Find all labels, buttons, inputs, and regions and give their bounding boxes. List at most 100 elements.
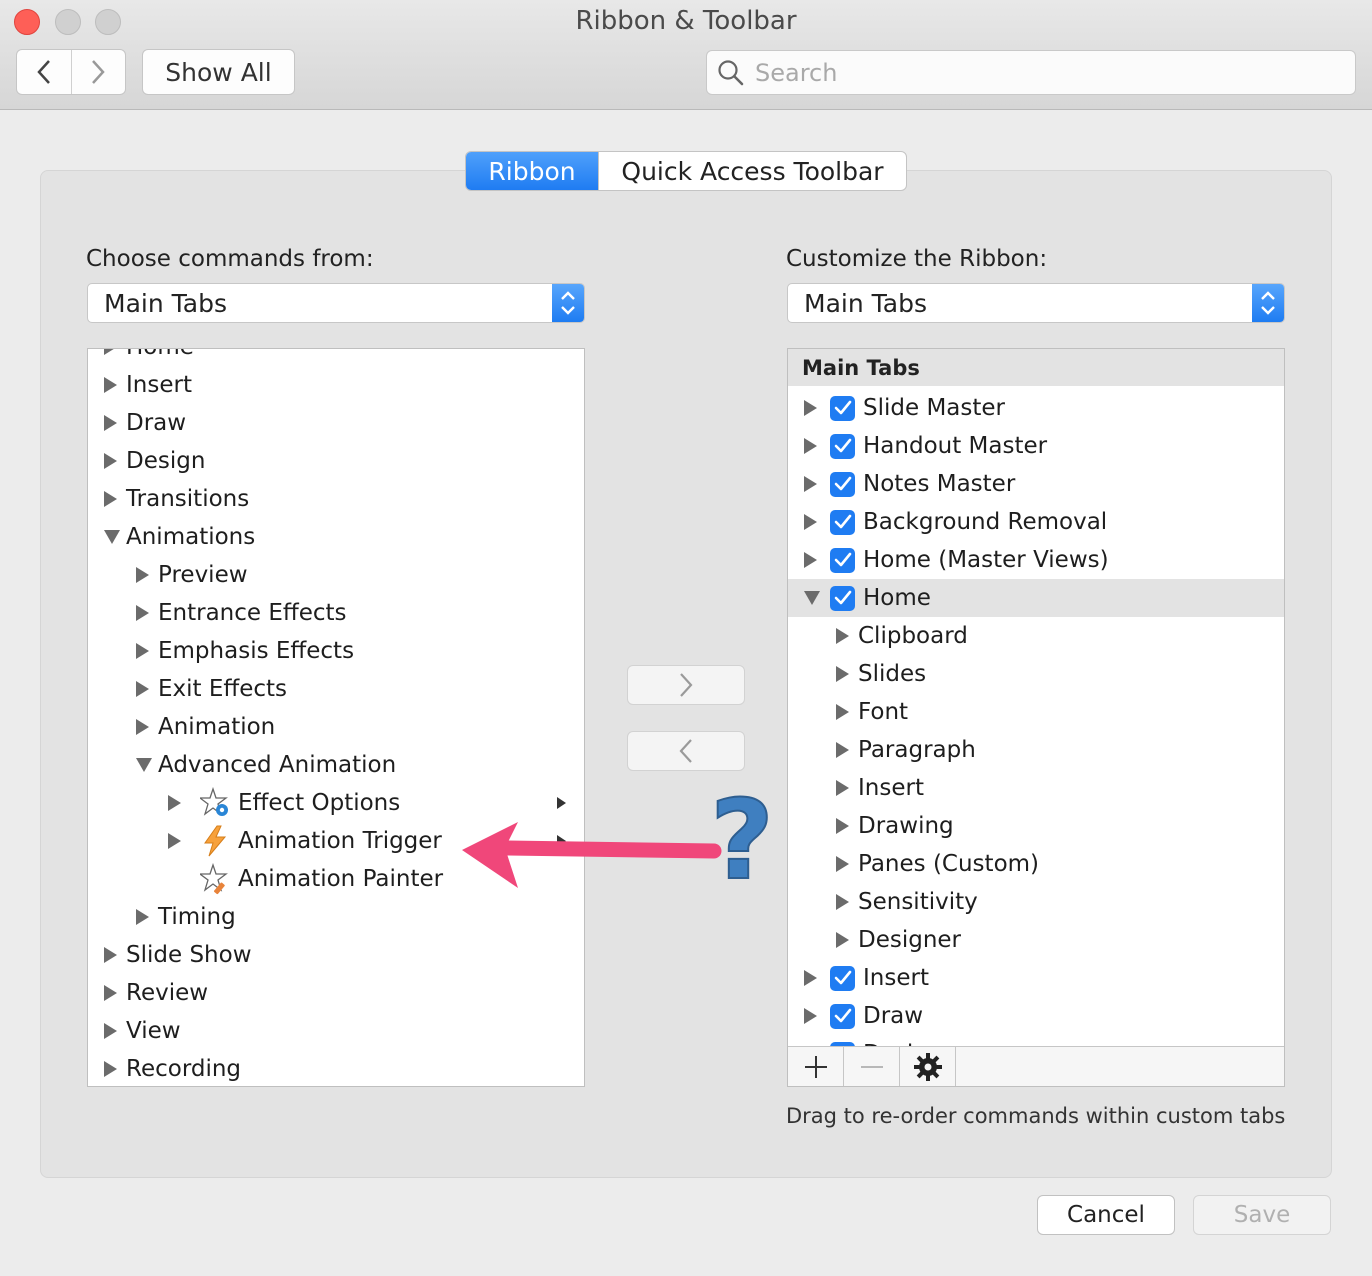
tree-row-emphasis-effects[interactable]: Emphasis Effects [88,632,584,670]
tree-row-animation[interactable]: Animation [88,708,584,746]
disclosure-collapsed-icon[interactable] [104,349,126,355]
disclosure-collapsed-icon[interactable] [836,666,858,682]
show-all-button[interactable]: Show All [142,49,295,95]
ribbon-row-slide-master[interactable]: Slide Master [788,389,1284,427]
tree-row-preview[interactable]: Preview [88,556,584,594]
disclosure-collapsed-icon[interactable] [836,704,858,720]
tree-row-draw[interactable]: Draw [88,404,584,442]
tree-row-timing[interactable]: Timing [88,898,584,936]
ribbon-row-notes-master[interactable]: Notes Master [788,465,1284,503]
ribbon-row-home-master-views-[interactable]: Home (Master Views) [788,541,1284,579]
ribbon-row-drawing[interactable]: Drawing [788,807,1284,845]
tree-row-design[interactable]: Design [88,442,584,480]
disclosure-collapsed-icon[interactable] [136,909,158,925]
disclosure-collapsed-icon[interactable] [104,491,126,507]
tab-enabled-checkbox[interactable] [830,433,855,459]
ribbon-row-sensitivity[interactable]: Sensitivity [788,883,1284,921]
ribbon-row-font[interactable]: Font [788,693,1284,731]
disclosure-collapsed-icon[interactable] [136,605,158,621]
disclosure-collapsed-icon[interactable] [104,1061,126,1077]
back-button[interactable] [17,50,71,94]
tree-row-view[interactable]: View [88,1012,584,1050]
ribbon-row-handout-master[interactable]: Handout Master [788,427,1284,465]
disclosure-collapsed-icon[interactable] [804,1008,830,1024]
tab-enabled-checkbox[interactable] [830,1003,855,1029]
tab-quick-access-toolbar[interactable]: Quick Access Toolbar [598,152,906,190]
disclosure-collapsed-icon[interactable] [104,947,126,963]
cancel-button[interactable]: Cancel [1037,1195,1175,1235]
disclosure-expanded-icon[interactable] [136,758,158,772]
remove-tab-button[interactable] [844,1047,900,1086]
tab-enabled-checkbox[interactable] [830,585,855,611]
customize-ribbon-popup[interactable]: Main Tabs [787,283,1285,323]
ribbon-row-designer[interactable]: Designer [788,921,1284,959]
tree-row-exit-effects[interactable]: Exit Effects [88,670,584,708]
save-button[interactable]: Save [1193,1195,1331,1235]
disclosure-collapsed-icon[interactable] [104,985,126,1001]
disclosure-collapsed-icon[interactable] [836,818,858,834]
tree-row-animation-painter[interactable]: Animation Painter [88,860,584,898]
ribbon-row-background-removal[interactable]: Background Removal [788,503,1284,541]
tree-row-advanced-animation[interactable]: Advanced Animation [88,746,584,784]
tab-ribbon[interactable]: Ribbon [466,152,598,190]
tab-enabled-checkbox[interactable] [830,547,855,573]
disclosure-collapsed-icon[interactable] [804,970,830,986]
tree-row-recording[interactable]: Recording [88,1050,584,1086]
tree-row-home[interactable]: Home [88,349,584,366]
add-tab-button[interactable] [788,1047,844,1086]
available-commands-list[interactable]: Home Insert Draw Design Transitions Animation… [87,348,585,1087]
disclosure-collapsed-icon[interactable] [104,453,126,469]
ribbon-row-panes-custom-[interactable]: Panes (Custom) [788,845,1284,883]
forward-button[interactable] [70,50,126,94]
ribbon-row-slides[interactable]: Slides [788,655,1284,693]
disclosure-collapsed-icon[interactable] [836,856,858,872]
disclosure-collapsed-icon[interactable] [804,476,830,492]
disclosure-collapsed-icon[interactable] [136,719,158,735]
tree-row-slide-show[interactable]: Slide Show [88,936,584,974]
disclosure-collapsed-icon[interactable] [804,438,830,454]
tab-options-button[interactable] [900,1047,956,1086]
disclosure-collapsed-icon[interactable] [836,742,858,758]
disclosure-collapsed-icon[interactable] [836,628,858,644]
disclosure-collapsed-icon[interactable] [836,932,858,948]
ribbon-row-paragraph[interactable]: Paragraph [788,731,1284,769]
search-input[interactable] [753,57,1333,88]
disclosure-collapsed-icon[interactable] [136,681,158,697]
tab-enabled-checkbox[interactable] [830,965,855,991]
disclosure-collapsed-icon[interactable] [804,400,830,416]
tab-enabled-checkbox[interactable] [830,509,855,535]
ribbon-row-insert[interactable]: Insert [788,959,1284,997]
tree-row-animation-trigger[interactable]: Animation Trigger [88,822,584,860]
disclosure-collapsed-icon[interactable] [104,1023,126,1039]
tab-enabled-checkbox[interactable] [830,471,855,497]
tree-row-animations[interactable]: Animations [88,518,584,556]
tree-row-entrance-effects[interactable]: Entrance Effects [88,594,584,632]
disclosure-expanded-icon[interactable] [104,530,126,544]
disclosure-collapsed-icon[interactable] [168,795,190,811]
tree-row-review[interactable]: Review [88,974,584,1012]
ribbon-row-home[interactable]: Home [788,579,1284,617]
disclosure-collapsed-icon[interactable] [836,780,858,796]
customize-ribbon-value: Main Tabs [804,288,927,318]
add-command-button[interactable] [627,665,745,705]
disclosure-collapsed-icon[interactable] [136,643,158,659]
tree-row-insert[interactable]: Insert [88,366,584,404]
ribbon-tabs-list[interactable]: Main Tabs Slide Master Handout Master Note… [787,348,1285,1087]
disclosure-expanded-icon[interactable] [804,591,830,605]
disclosure-collapsed-icon[interactable] [136,567,158,583]
stepper-arrows-icon [1252,284,1284,322]
disclosure-collapsed-icon[interactable] [168,833,190,849]
ribbon-row-insert[interactable]: Insert [788,769,1284,807]
disclosure-collapsed-icon[interactable] [836,894,858,910]
ribbon-row-draw[interactable]: Draw [788,997,1284,1035]
disclosure-collapsed-icon[interactable] [804,514,830,530]
tree-row-effect-options[interactable]: Effect Options [88,784,584,822]
remove-command-button[interactable] [627,731,745,771]
tab-enabled-checkbox[interactable] [830,395,855,421]
choose-commands-popup[interactable]: Main Tabs [87,283,585,323]
disclosure-collapsed-icon[interactable] [804,552,830,568]
tree-row-transitions[interactable]: Transitions [88,480,584,518]
ribbon-row-clipboard[interactable]: Clipboard [788,617,1284,655]
disclosure-collapsed-icon[interactable] [104,415,126,431]
disclosure-collapsed-icon[interactable] [104,377,126,393]
